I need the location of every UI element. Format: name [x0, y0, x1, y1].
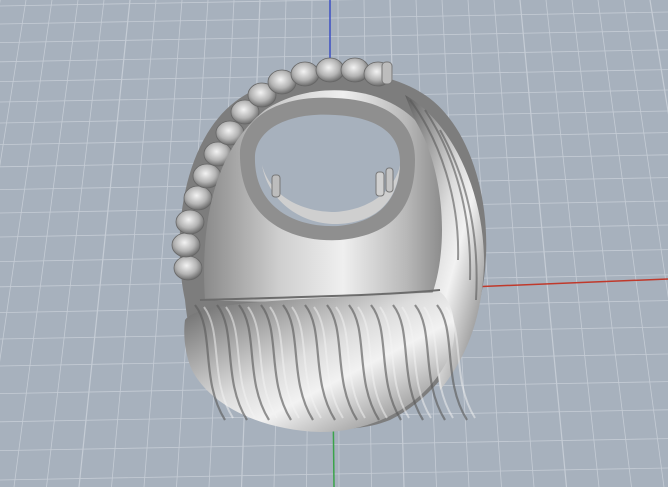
viewport-canvas[interactable]	[0, 0, 668, 487]
grid-line	[571, 0, 632, 487]
prong-left	[271, 174, 281, 198]
grid-line	[0, 0, 357, 7]
grid-line	[519, 0, 568, 487]
bead	[175, 209, 205, 235]
grid-line	[493, 0, 535, 487]
x-axis-line	[469, 278, 668, 288]
bead	[315, 57, 345, 83]
bead	[183, 185, 213, 211]
grid-line	[649, 0, 668, 115]
grid-line	[46, 0, 105, 487]
ring-model[interactable]	[171, 57, 487, 432]
grid-line	[0, 0, 53, 362]
prong-right-1	[375, 171, 385, 197]
prong-top	[381, 61, 393, 85]
bead	[290, 61, 320, 87]
perspective-viewport[interactable]	[0, 0, 668, 487]
bead	[171, 232, 201, 258]
grid-line	[0, 11, 668, 25]
grid-line	[13, 0, 79, 487]
grid-line	[545, 0, 600, 487]
prong-right-2	[385, 167, 394, 193]
grid-line	[597, 0, 665, 487]
grid-line	[78, 0, 131, 487]
bead	[173, 255, 203, 281]
grid-line	[0, 0, 27, 168]
